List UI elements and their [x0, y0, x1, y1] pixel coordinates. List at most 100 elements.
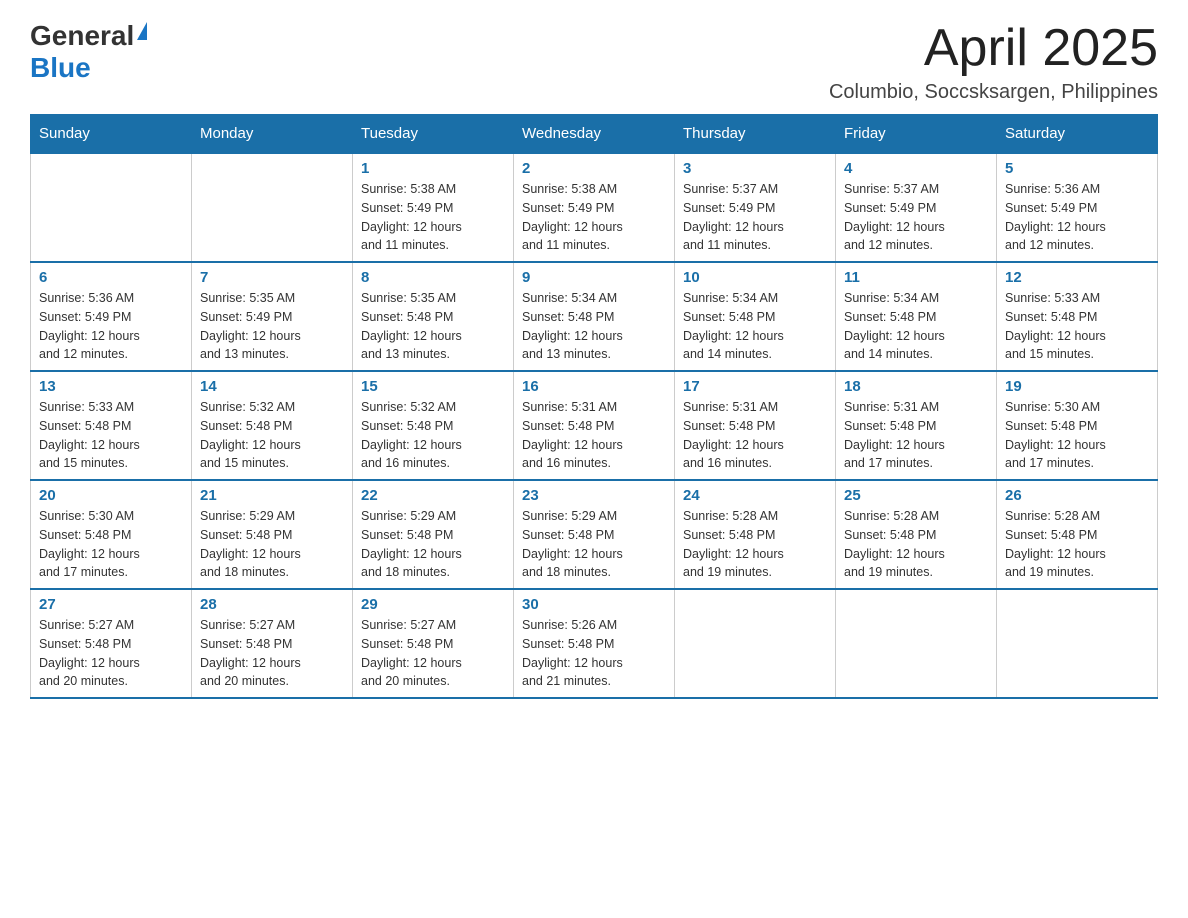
calendar-cell: 9 Sunrise: 5:34 AM Sunset: 5:48 PM Daylig… [514, 262, 675, 371]
day-info: Sunrise: 5:28 AM Sunset: 5:48 PM Dayligh… [844, 507, 988, 582]
day-info: Sunrise: 5:37 AM Sunset: 5:49 PM Dayligh… [844, 180, 988, 255]
day-info: Sunrise: 5:31 AM Sunset: 5:48 PM Dayligh… [844, 398, 988, 473]
calendar-cell: 14 Sunrise: 5:32 AM Sunset: 5:48 PM Dayli… [192, 371, 353, 480]
main-title: April 2025 [829, 20, 1158, 77]
day-info: Sunrise: 5:34 AM Sunset: 5:48 PM Dayligh… [522, 289, 666, 364]
calendar-header-thursday: Thursday [675, 115, 836, 154]
calendar-cell: 28 Sunrise: 5:27 AM Sunset: 5:48 PM Dayli… [192, 589, 353, 698]
day-info: Sunrise: 5:32 AM Sunset: 5:48 PM Dayligh… [361, 398, 505, 473]
title-section: April 2025 Columbio, Soccsksargen, Phili… [829, 20, 1158, 104]
day-info: Sunrise: 5:33 AM Sunset: 5:48 PM Dayligh… [39, 398, 183, 473]
day-number: 23 [522, 487, 666, 504]
day-number: 26 [1005, 487, 1149, 504]
calendar-cell: 17Sunrise: 5:31 AM Sunset: 5:48 PM Dayli… [675, 371, 836, 480]
logo-blue: Blue [30, 52, 91, 84]
day-number: 13 [39, 378, 183, 395]
day-info: Sunrise: 5:34 AM Sunset: 5:48 PM Dayligh… [683, 289, 827, 364]
calendar-cell: 25 Sunrise: 5:28 AM Sunset: 5:48 PM Dayli… [836, 480, 997, 589]
day-info: Sunrise: 5:36 AM Sunset: 5:49 PM Dayligh… [1005, 180, 1149, 255]
day-info: Sunrise: 5:37 AM Sunset: 5:49 PM Dayligh… [683, 180, 827, 255]
day-info: Sunrise: 5:36 AM Sunset: 5:49 PM Dayligh… [39, 289, 183, 364]
calendar-cell: 5 Sunrise: 5:36 AM Sunset: 5:49 PM Daylig… [997, 153, 1158, 262]
day-number: 10 [683, 269, 827, 286]
day-number: 1 [361, 160, 505, 177]
day-info: Sunrise: 5:27 AM Sunset: 5:48 PM Dayligh… [200, 616, 344, 691]
calendar-header-wednesday: Wednesday [514, 115, 675, 154]
logo: General Blue [30, 20, 147, 84]
day-info: Sunrise: 5:28 AM Sunset: 5:48 PM Dayligh… [683, 507, 827, 582]
calendar-header-saturday: Saturday [997, 115, 1158, 154]
day-number: 2 [522, 160, 666, 177]
calendar-header-tuesday: Tuesday [353, 115, 514, 154]
day-info: Sunrise: 5:32 AM Sunset: 5:48 PM Dayligh… [200, 398, 344, 473]
day-number: 8 [361, 269, 505, 286]
calendar-cell: 16 Sunrise: 5:31 AM Sunset: 5:48 PM Dayli… [514, 371, 675, 480]
day-info: Sunrise: 5:31 AM Sunset: 5:48 PM Dayligh… [683, 398, 827, 473]
calendar-header-friday: Friday [836, 115, 997, 154]
calendar-cell: 20Sunrise: 5:30 AM Sunset: 5:48 PM Dayli… [31, 480, 192, 589]
day-number: 18 [844, 378, 988, 395]
day-number: 5 [1005, 160, 1149, 177]
day-number: 27 [39, 596, 183, 613]
day-number: 21 [200, 487, 344, 504]
page-header: General Blue April 2025 Columbio, Soccsk… [30, 20, 1158, 104]
calendar-cell: 23 Sunrise: 5:29 AM Sunset: 5:48 PM Dayli… [514, 480, 675, 589]
calendar-cell: 19 Sunrise: 5:30 AM Sunset: 5:48 PM Dayli… [997, 371, 1158, 480]
day-info: Sunrise: 5:38 AM Sunset: 5:49 PM Dayligh… [361, 180, 505, 255]
day-number: 7 [200, 269, 344, 286]
day-number: 11 [844, 269, 988, 286]
calendar-cell [997, 589, 1158, 698]
calendar-week-3: 13 Sunrise: 5:33 AM Sunset: 5:48 PM Dayli… [31, 371, 1158, 480]
day-info: Sunrise: 5:29 AM Sunset: 5:48 PM Dayligh… [361, 507, 505, 582]
day-info: Sunrise: 5:35 AM Sunset: 5:48 PM Dayligh… [361, 289, 505, 364]
day-info: Sunrise: 5:28 AM Sunset: 5:48 PM Dayligh… [1005, 507, 1149, 582]
calendar-cell: 29 Sunrise: 5:27 AM Sunset: 5:48 PM Dayli… [353, 589, 514, 698]
day-number: 6 [39, 269, 183, 286]
day-number: 19 [1005, 378, 1149, 395]
day-info: Sunrise: 5:29 AM Sunset: 5:48 PM Dayligh… [200, 507, 344, 582]
calendar-cell [836, 589, 997, 698]
day-info: Sunrise: 5:33 AM Sunset: 5:48 PM Dayligh… [1005, 289, 1149, 364]
logo-triangle-icon [137, 22, 147, 40]
calendar-header-row: SundayMondayTuesdayWednesdayThursdayFrid… [31, 115, 1158, 154]
calendar-cell: 13 Sunrise: 5:33 AM Sunset: 5:48 PM Dayli… [31, 371, 192, 480]
calendar-cell: 1 Sunrise: 5:38 AM Sunset: 5:49 PM Daylig… [353, 153, 514, 262]
calendar-cell: 26 Sunrise: 5:28 AM Sunset: 5:48 PM Dayli… [997, 480, 1158, 589]
calendar-cell: 10 Sunrise: 5:34 AM Sunset: 5:48 PM Dayli… [675, 262, 836, 371]
day-number: 15 [361, 378, 505, 395]
calendar-cell: 4Sunrise: 5:37 AM Sunset: 5:49 PM Daylig… [836, 153, 997, 262]
calendar-cell [675, 589, 836, 698]
calendar-cell: 11Sunrise: 5:34 AM Sunset: 5:48 PM Dayli… [836, 262, 997, 371]
logo-general: General [30, 20, 134, 52]
day-number: 24 [683, 487, 827, 504]
day-info: Sunrise: 5:27 AM Sunset: 5:48 PM Dayligh… [361, 616, 505, 691]
calendar-cell: 27Sunrise: 5:27 AM Sunset: 5:48 PM Dayli… [31, 589, 192, 698]
day-number: 20 [39, 487, 183, 504]
calendar-week-1: 1 Sunrise: 5:38 AM Sunset: 5:49 PM Daylig… [31, 153, 1158, 262]
calendar-cell [31, 153, 192, 262]
calendar-cell: 8 Sunrise: 5:35 AM Sunset: 5:48 PM Daylig… [353, 262, 514, 371]
calendar-cell: 22 Sunrise: 5:29 AM Sunset: 5:48 PM Dayli… [353, 480, 514, 589]
day-info: Sunrise: 5:35 AM Sunset: 5:49 PM Dayligh… [200, 289, 344, 364]
day-number: 3 [683, 160, 827, 177]
day-number: 25 [844, 487, 988, 504]
calendar-cell [192, 153, 353, 262]
day-number: 16 [522, 378, 666, 395]
day-info: Sunrise: 5:29 AM Sunset: 5:48 PM Dayligh… [522, 507, 666, 582]
calendar-cell: 24 Sunrise: 5:28 AM Sunset: 5:48 PM Dayli… [675, 480, 836, 589]
day-number: 22 [361, 487, 505, 504]
calendar-week-4: 20Sunrise: 5:30 AM Sunset: 5:48 PM Dayli… [31, 480, 1158, 589]
calendar-cell: 21 Sunrise: 5:29 AM Sunset: 5:48 PM Dayli… [192, 480, 353, 589]
calendar-week-2: 6 Sunrise: 5:36 AM Sunset: 5:49 PM Daylig… [31, 262, 1158, 371]
day-number: 28 [200, 596, 344, 613]
day-info: Sunrise: 5:26 AM Sunset: 5:48 PM Dayligh… [522, 616, 666, 691]
day-number: 30 [522, 596, 666, 613]
day-number: 9 [522, 269, 666, 286]
day-number: 29 [361, 596, 505, 613]
calendar-cell: 2Sunrise: 5:38 AM Sunset: 5:49 PM Daylig… [514, 153, 675, 262]
day-number: 14 [200, 378, 344, 395]
day-info: Sunrise: 5:31 AM Sunset: 5:48 PM Dayligh… [522, 398, 666, 473]
calendar-cell: 30 Sunrise: 5:26 AM Sunset: 5:48 PM Dayli… [514, 589, 675, 698]
day-number: 12 [1005, 269, 1149, 286]
day-info: Sunrise: 5:30 AM Sunset: 5:48 PM Dayligh… [1005, 398, 1149, 473]
